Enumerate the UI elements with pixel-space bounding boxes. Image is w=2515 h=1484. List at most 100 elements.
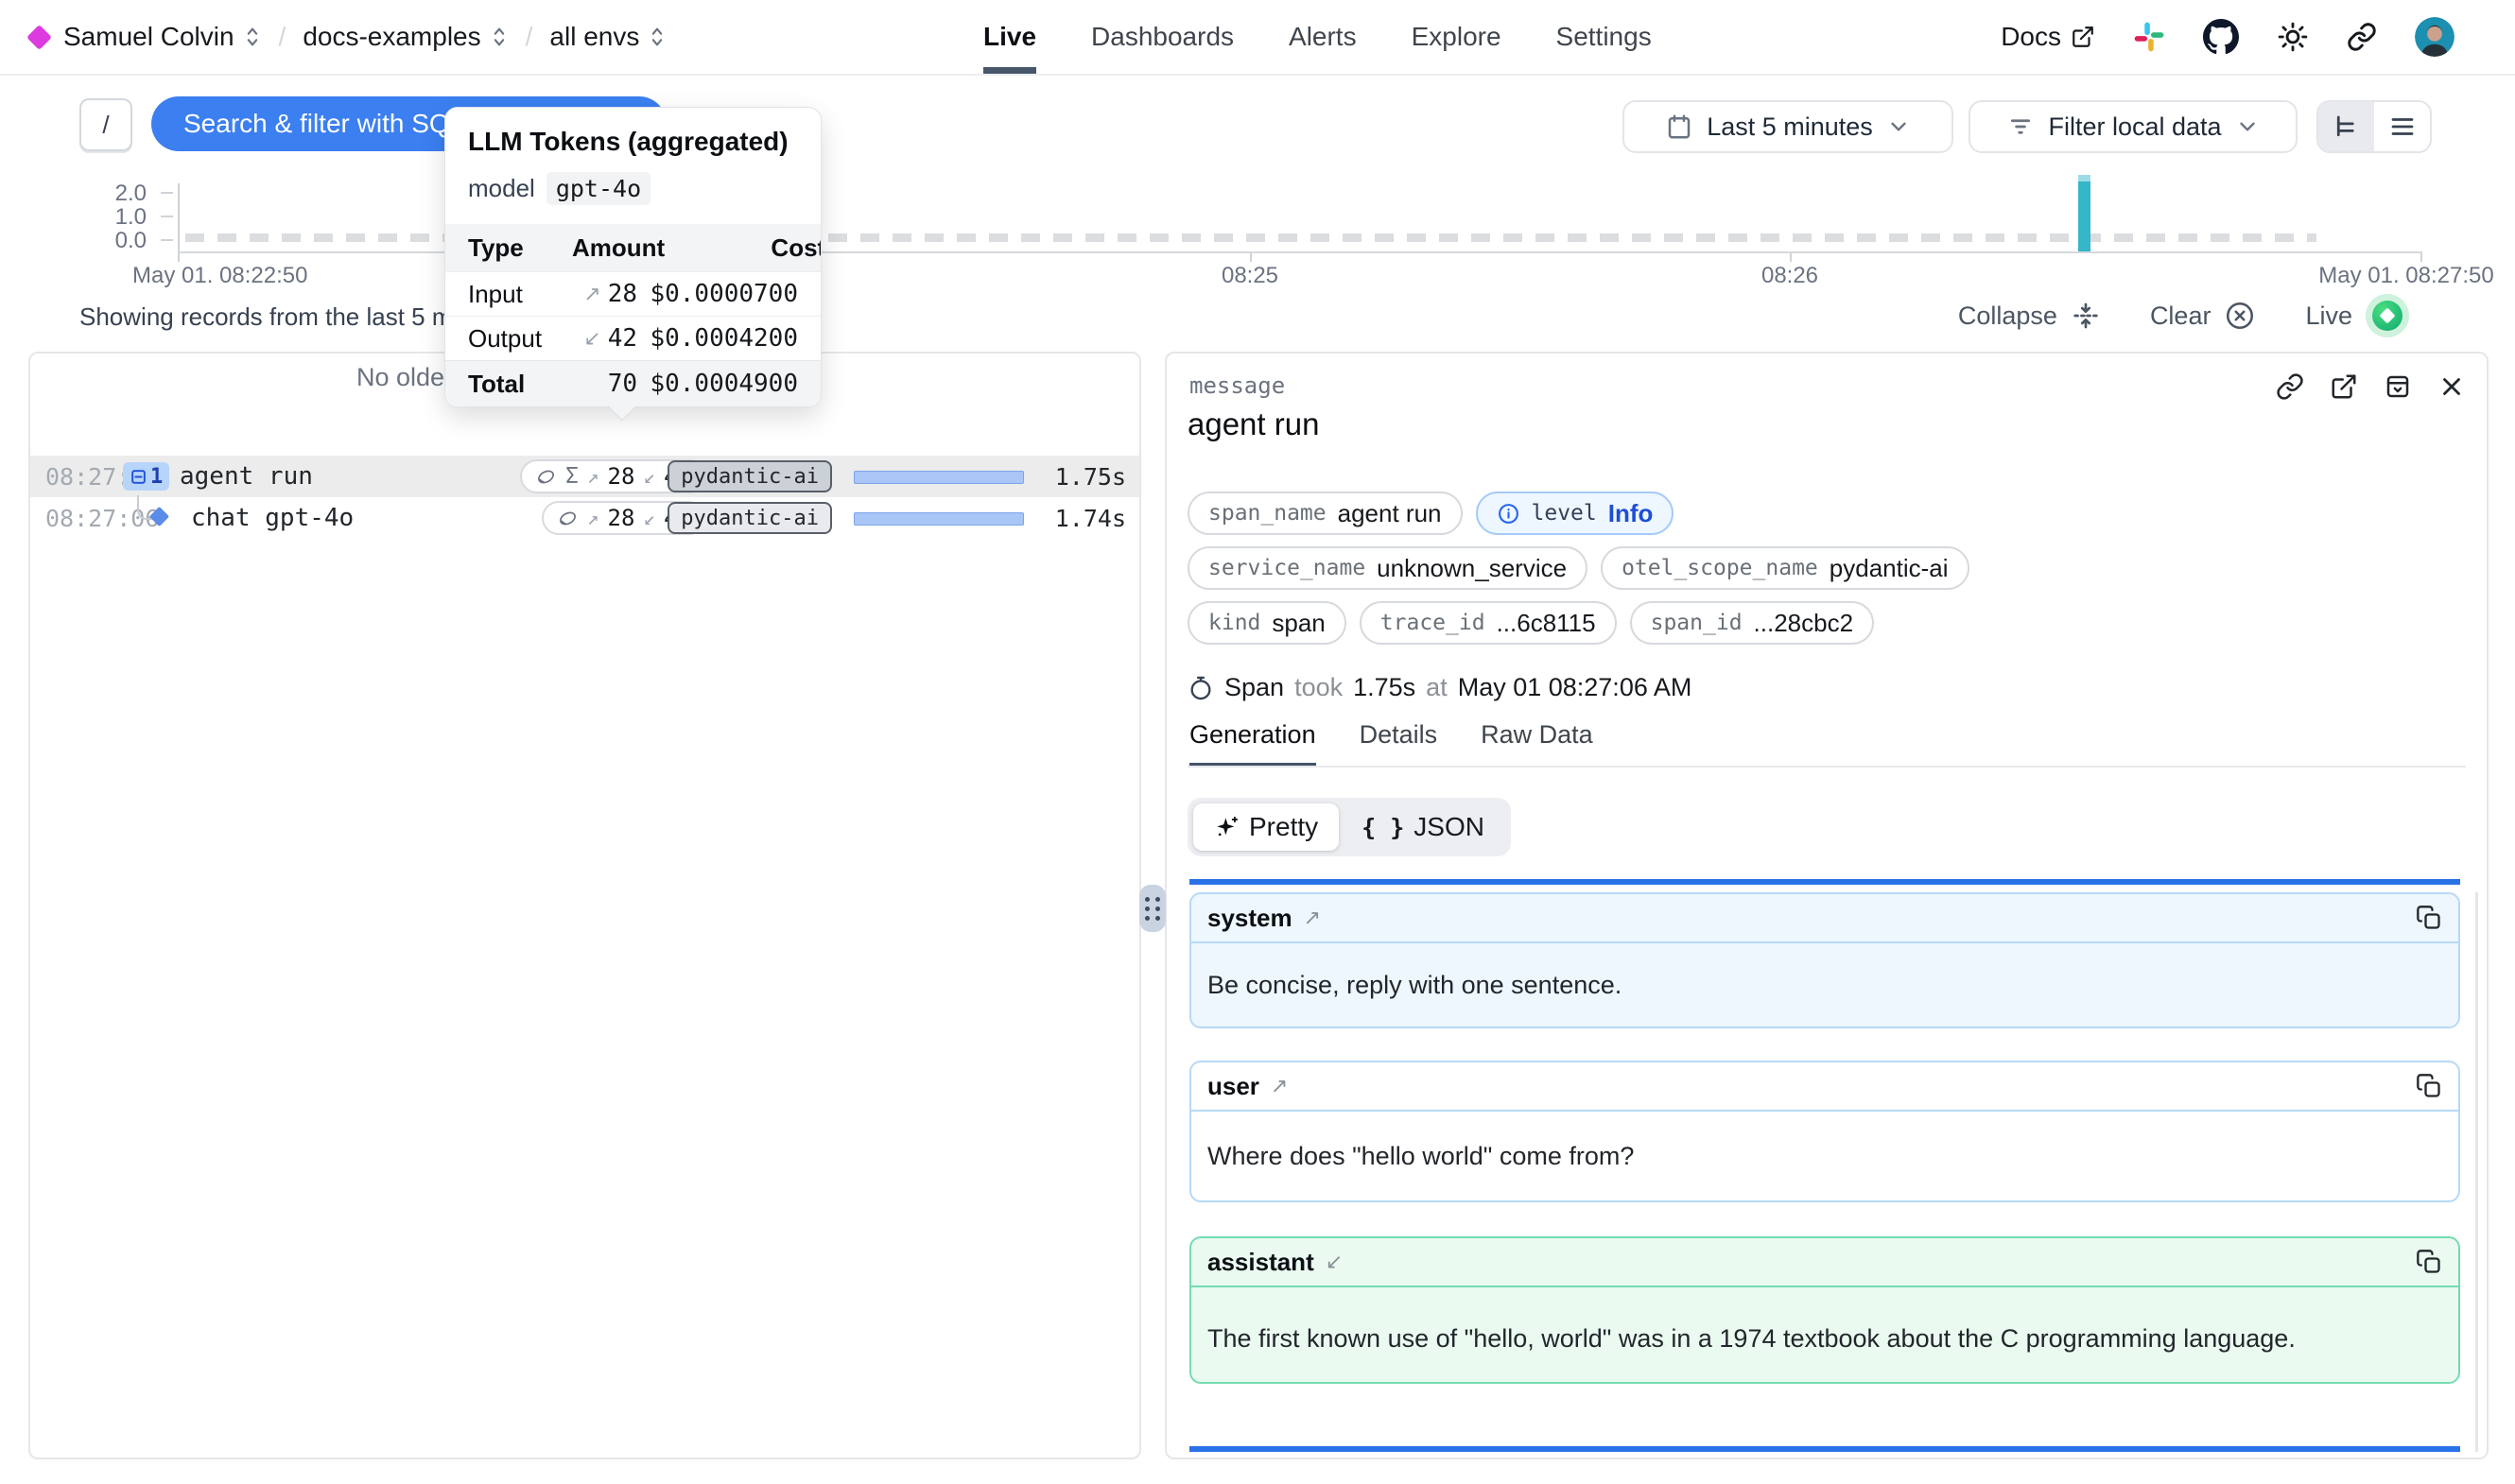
y-tick-mark bbox=[161, 239, 173, 241]
input-arrow-icon: ↗ bbox=[1271, 1074, 1288, 1098]
panel-resize-grip[interactable] bbox=[1139, 885, 1166, 932]
tokens-coin-icon bbox=[557, 508, 579, 529]
collapse-button[interactable]: Collapse bbox=[1958, 301, 2101, 331]
detail-panel-actions bbox=[2276, 372, 2466, 401]
calendar-icon bbox=[1665, 112, 1693, 141]
duration-bar[interactable] bbox=[854, 471, 1024, 484]
tab-details[interactable]: Details bbox=[1360, 720, 1438, 768]
input-token-count: 28 bbox=[608, 463, 635, 490]
github-icon[interactable] bbox=[2203, 19, 2239, 55]
badge-key: span_name bbox=[1208, 501, 1327, 526]
span-duration: 1.75s bbox=[1353, 673, 1415, 702]
nav-tab-alerts[interactable]: Alerts bbox=[1289, 0, 1357, 74]
input-arrow-icon: ↗ bbox=[587, 507, 599, 529]
live-indicator-icon bbox=[2366, 294, 2409, 337]
filter-local-data-dropdown[interactable]: Filter local data bbox=[1969, 100, 2298, 153]
badge-value: pydantic-ai bbox=[1830, 554, 1949, 583]
env-selector[interactable]: all envs bbox=[549, 22, 667, 52]
badge-value: unknown_service bbox=[1377, 554, 1567, 583]
y-tick-mark bbox=[161, 192, 173, 194]
list-view-button[interactable] bbox=[2374, 102, 2430, 151]
duration-bar[interactable] bbox=[854, 512, 1024, 526]
filter-icon bbox=[2006, 112, 2035, 141]
nav-tab-dashboards[interactable]: Dashboards bbox=[1091, 0, 1234, 74]
badge-value: Info bbox=[1608, 499, 1654, 528]
message-text: The first known use of "hello, world" wa… bbox=[1191, 1287, 2458, 1386]
close-icon[interactable] bbox=[2437, 372, 2466, 401]
row-amount: 28 bbox=[608, 280, 637, 308]
open-in-new-icon[interactable] bbox=[2330, 372, 2358, 401]
span-word: Span bbox=[1224, 673, 1284, 702]
badge-level[interactable]: level Info bbox=[1476, 492, 1674, 535]
clear-label: Clear bbox=[2150, 302, 2211, 331]
trace-list-panel: No older 08:27:06 1 agent run Σ ↗ 28 ↙ 4… bbox=[28, 352, 1141, 1459]
collapse-label: Collapse bbox=[1958, 302, 2057, 331]
scrollbar-track[interactable] bbox=[2475, 892, 2478, 1452]
dock-panel-icon[interactable] bbox=[2384, 372, 2412, 401]
message-card-header: assistant ↙ bbox=[1191, 1238, 2458, 1287]
x-axis-label: May 01. 08:27:50 bbox=[2318, 263, 2493, 289]
stopwatch-icon bbox=[1188, 675, 1214, 701]
copy-icon[interactable] bbox=[2416, 905, 2442, 931]
slash-shortcut-key[interactable]: / bbox=[79, 98, 132, 151]
record-kind-label: message bbox=[1189, 372, 1285, 399]
scope-tag[interactable]: pydantic-ai bbox=[668, 502, 832, 534]
nav-tab-live[interactable]: Live bbox=[983, 0, 1036, 74]
live-toggle[interactable]: Live bbox=[2305, 294, 2409, 337]
updown-chevron-icon bbox=[648, 26, 667, 48]
x-tick-mark bbox=[178, 253, 180, 262]
trace-row-agent-run[interactable]: 08:27:06 1 agent run Σ ↗ 28 ↙ 42 pydanti… bbox=[30, 456, 1139, 497]
x-tick-mark bbox=[1790, 253, 1792, 262]
copy-link-icon[interactable] bbox=[2276, 372, 2304, 401]
tree-view-button[interactable] bbox=[2318, 102, 2374, 151]
time-range-dropdown[interactable]: Last 5 minutes bbox=[1622, 100, 1953, 153]
tooltip-title: LLM Tokens (aggregated) bbox=[468, 127, 798, 157]
message-role: user bbox=[1207, 1072, 1259, 1101]
badge-value: ...28cbc2 bbox=[1754, 609, 1854, 638]
env-name: all envs bbox=[549, 22, 639, 52]
chart-spike-bar[interactable] bbox=[2078, 181, 2090, 251]
tooltip-table-header: Type Amount Cost bbox=[445, 224, 821, 271]
badge-value: ...6c8115 bbox=[1497, 609, 1596, 638]
json-view-button[interactable]: { } JSON bbox=[1341, 803, 1505, 851]
view-mode-toggle bbox=[2316, 100, 2432, 153]
breadcrumb: Samuel Colvin / docs-examples / all envs bbox=[26, 0, 667, 74]
col-cost: Cost bbox=[665, 233, 821, 263]
org-selector[interactable]: Samuel Colvin bbox=[63, 22, 262, 52]
share-link-icon[interactable] bbox=[2347, 22, 2377, 52]
col-type: Type bbox=[468, 233, 572, 263]
output-arrow-icon: ↙ bbox=[583, 326, 600, 351]
badge-key: span_id bbox=[1651, 611, 1743, 635]
badge-key: otel_scope_name bbox=[1622, 556, 1818, 580]
copy-icon[interactable] bbox=[2416, 1073, 2442, 1099]
collapsed-children-badge[interactable]: 1 bbox=[123, 462, 169, 491]
tab-generation[interactable]: Generation bbox=[1189, 720, 1316, 768]
row-type: Total bbox=[468, 370, 572, 399]
pretty-view-button[interactable]: Pretty bbox=[1193, 803, 1339, 851]
copy-icon[interactable] bbox=[2416, 1249, 2442, 1275]
output-arrow-icon: ↙ bbox=[643, 507, 655, 529]
scope-tag[interactable]: pydantic-ai bbox=[668, 460, 832, 492]
clear-button[interactable]: Clear bbox=[2150, 300, 2257, 332]
docs-link[interactable]: Docs bbox=[2001, 22, 2095, 52]
clear-circle-x-icon bbox=[2224, 300, 2256, 332]
collapse-icon bbox=[2071, 301, 2101, 331]
tooltip-row-total: Total 70 $0.0004900 bbox=[445, 360, 821, 406]
tab-raw-data[interactable]: Raw Data bbox=[1481, 720, 1593, 768]
slack-icon[interactable] bbox=[2133, 21, 2165, 53]
input-token-count: 28 bbox=[608, 505, 635, 531]
user-avatar[interactable] bbox=[2415, 17, 2454, 57]
span-name: agent run bbox=[180, 462, 313, 491]
filter-label: Filter local data bbox=[2048, 112, 2221, 142]
nav-tab-explore[interactable]: Explore bbox=[1412, 0, 1501, 74]
project-selector[interactable]: docs-examples bbox=[303, 22, 508, 52]
x-axis-label: May 01. 08:22:50 bbox=[132, 263, 307, 289]
trace-row-chat-gpt-4o[interactable]: 08:27:06 chat gpt-4o ↗ 28 ↙ 42 pydantic-… bbox=[30, 497, 1139, 539]
collapsed-count: 1 bbox=[150, 465, 163, 489]
badge-span-id[interactable]: span_id ...28cbc2 bbox=[1630, 601, 1874, 645]
theme-sun-icon[interactable] bbox=[2277, 21, 2309, 53]
badge-key: level bbox=[1532, 501, 1597, 526]
badge-trace-id[interactable]: trace_id ...6c8115 bbox=[1360, 601, 1617, 645]
nav-tab-settings[interactable]: Settings bbox=[1556, 0, 1652, 74]
scroll-boundary-bottom bbox=[1189, 1446, 2460, 1452]
